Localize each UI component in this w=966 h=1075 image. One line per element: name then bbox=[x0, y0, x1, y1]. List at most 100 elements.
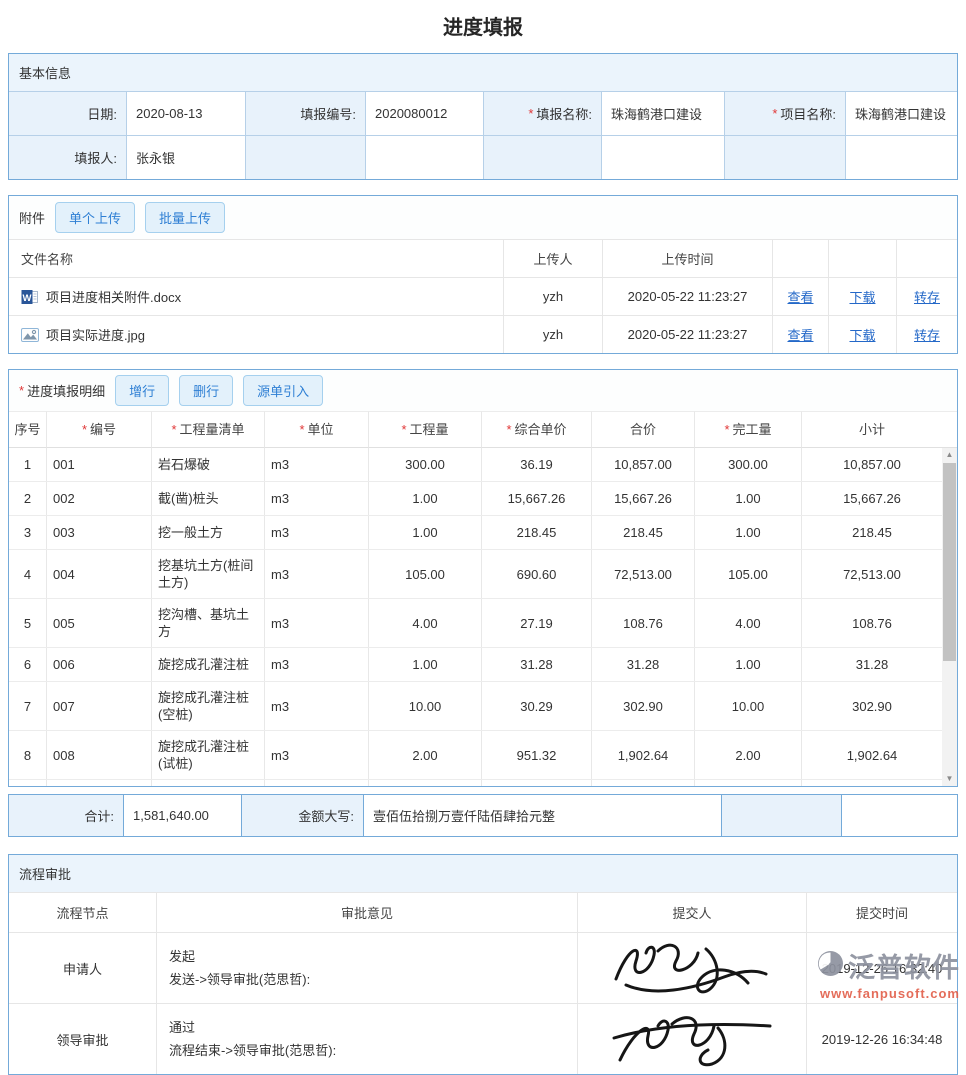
total-cell: 10,857.00 bbox=[591, 448, 694, 481]
qty-cell[interactable]: 2.00 bbox=[368, 731, 481, 779]
row-no: 2 bbox=[9, 482, 46, 515]
vertical-scrollbar[interactable]: ▲ ▼ bbox=[942, 448, 957, 786]
unit-cell[interactable]: m3 bbox=[264, 516, 368, 549]
code-cell[interactable]: 007 bbox=[46, 682, 151, 730]
subtotal-cell: 72,513.00 bbox=[801, 550, 942, 598]
empty-value-cell bbox=[841, 795, 957, 836]
col-header-total: 合价 bbox=[591, 411, 694, 448]
unit-cell[interactable]: m3 bbox=[264, 482, 368, 515]
done-cell[interactable]: 1.00 bbox=[694, 516, 801, 549]
report-name-field[interactable]: 珠海鹤港口建设 bbox=[601, 92, 724, 135]
code-cell[interactable]: 001 bbox=[46, 448, 151, 481]
attachment-row: W 项目进度相关附件.docx yzh 2020-05-22 11:23:27 … bbox=[9, 277, 957, 315]
qty-cell[interactable]: 105.00 bbox=[368, 550, 481, 598]
unit-cell[interactable]: m3 bbox=[264, 448, 368, 481]
detail-section: * 进度填报明细 增行 删行 源单引入 序号 *编号 *工程量清单 *单位 *工… bbox=[8, 369, 958, 787]
grand-total-value: 1,581,640.00 bbox=[123, 795, 241, 836]
qty-cell[interactable]: 1.00 bbox=[368, 516, 481, 549]
date-field[interactable]: 2020-08-13 bbox=[126, 92, 245, 135]
transfer-link[interactable]: 转存 bbox=[914, 287, 940, 306]
action-header bbox=[828, 239, 896, 277]
unit-cell[interactable]: m3 bbox=[264, 550, 368, 598]
item-cell[interactable]: 挖沟槽、基坑土方 bbox=[151, 599, 264, 647]
submit-time-header: 提交时间 bbox=[806, 893, 957, 932]
file-name[interactable]: 项目进度相关附件.docx bbox=[46, 287, 181, 306]
basic-info-section: 基本信息 日期: 2020-08-13 填报编号: 2020080012 *填报… bbox=[8, 53, 958, 180]
price-cell[interactable]: 27.19 bbox=[481, 599, 591, 647]
delete-row-button[interactable]: 删行 bbox=[179, 375, 233, 406]
price-cell[interactable]: 31.28 bbox=[481, 648, 591, 681]
unit-cell[interactable]: m3 bbox=[264, 599, 368, 647]
code-cell[interactable]: 004 bbox=[46, 550, 151, 598]
item-cell[interactable]: 旋挖成孔灌注桩(试桩) bbox=[151, 731, 264, 779]
table-row: 4 004 挖基坑土方(桩间土方) m3 105.00 690.60 72,51… bbox=[9, 549, 957, 598]
view-link[interactable]: 查看 bbox=[787, 287, 813, 306]
done-cell[interactable]: 4.00 bbox=[694, 599, 801, 647]
table-row: 2 002 截(凿)桩头 m3 1.00 15,667.26 15,667.26… bbox=[9, 481, 957, 515]
file-uploader: yzh bbox=[503, 277, 602, 315]
total-cell: 31.28 bbox=[591, 648, 694, 681]
qty-cell[interactable]: 1.00 bbox=[368, 648, 481, 681]
view-link[interactable]: 查看 bbox=[787, 325, 813, 344]
price-cell[interactable]: 36.19 bbox=[481, 448, 591, 481]
unit-cell[interactable]: m3 bbox=[264, 682, 368, 730]
done-cell[interactable]: 1.00 bbox=[694, 482, 801, 515]
item-cell[interactable]: 挖基坑土方(桩间土方) bbox=[151, 550, 264, 598]
price-cell[interactable]: 218.45 bbox=[481, 516, 591, 549]
detail-table-header: 序号 *编号 *工程量清单 *单位 *工程量 *综合单价 合价 *完工量 小计 bbox=[9, 411, 957, 448]
item-cell[interactable]: 旋挖成孔灌注桩 bbox=[151, 648, 264, 681]
approval-row: 领导审批 通过 流程结束->领导审批(范思哲): 2019-12-26 16:3… bbox=[9, 1003, 957, 1074]
subtotal-cell: 10,857.00 bbox=[801, 448, 942, 481]
code-cell[interactable]: 006 bbox=[46, 648, 151, 681]
download-link[interactable]: 下载 bbox=[849, 325, 875, 344]
price-cell[interactable]: 690.60 bbox=[481, 550, 591, 598]
item-cell[interactable]: 截(凿)桩头 bbox=[151, 482, 264, 515]
transfer-link[interactable]: 转存 bbox=[914, 325, 940, 344]
col-header-subtotal: 小计 bbox=[801, 411, 942, 448]
report-no-field[interactable]: 2020080012 bbox=[365, 92, 483, 135]
code-cell[interactable]: 005 bbox=[46, 599, 151, 647]
qty-cell[interactable]: 1.00 bbox=[368, 482, 481, 515]
node-header: 流程节点 bbox=[9, 893, 156, 932]
project-name-field[interactable]: 珠海鹤港口建设 bbox=[845, 92, 957, 135]
qty-cell[interactable]: 4.00 bbox=[368, 599, 481, 647]
uploader-header: 上传人 bbox=[503, 239, 602, 277]
item-cell[interactable]: 岩石爆破 bbox=[151, 448, 264, 481]
word-file-icon: W bbox=[21, 288, 39, 306]
single-upload-button[interactable]: 单个上传 bbox=[55, 202, 135, 233]
vendor-brand-text: 泛普软件 bbox=[848, 946, 960, 985]
code-cell[interactable]: 008 bbox=[46, 731, 151, 779]
done-cell[interactable]: 10.00 bbox=[694, 682, 801, 730]
download-link[interactable]: 下载 bbox=[849, 287, 875, 306]
done-cell[interactable]: 300.00 bbox=[694, 448, 801, 481]
code-cell[interactable]: 003 bbox=[46, 516, 151, 549]
table-row: 1 001 岩石爆破 m3 300.00 36.19 10,857.00 300… bbox=[9, 448, 957, 481]
reporter-label: 填报人: bbox=[9, 135, 126, 179]
price-cell[interactable]: 15,667.26 bbox=[481, 482, 591, 515]
source-import-button[interactable]: 源单引入 bbox=[243, 375, 323, 406]
reporter-field[interactable]: 张永银 bbox=[126, 135, 245, 179]
subtotal-cell: 302.90 bbox=[801, 682, 942, 730]
code-cell[interactable]: 002 bbox=[46, 482, 151, 515]
qty-cell[interactable]: 300.00 bbox=[368, 448, 481, 481]
scrollbar-thumb[interactable] bbox=[943, 463, 956, 661]
done-cell[interactable]: 1.00 bbox=[694, 648, 801, 681]
qty-cell[interactable]: 10.00 bbox=[368, 682, 481, 730]
price-cell[interactable]: 30.29 bbox=[481, 682, 591, 730]
done-cell[interactable]: 2.00 bbox=[694, 731, 801, 779]
item-cell[interactable]: 旋挖成孔灌注桩(空桩) bbox=[151, 682, 264, 730]
item-cell[interactable]: 挖一般土方 bbox=[151, 516, 264, 549]
price-cell[interactable]: 951.32 bbox=[481, 731, 591, 779]
scroll-up-icon[interactable]: ▲ bbox=[942, 448, 957, 462]
empty-value-cell bbox=[365, 135, 483, 179]
file-name[interactable]: 项目实际进度.jpg bbox=[46, 325, 145, 344]
unit-cell[interactable]: m3 bbox=[264, 648, 368, 681]
add-row-button[interactable]: 增行 bbox=[115, 375, 169, 406]
scroll-down-icon[interactable]: ▼ bbox=[942, 772, 957, 786]
subtotal-cell: 108.76 bbox=[801, 599, 942, 647]
batch-upload-button[interactable]: 批量上传 bbox=[145, 202, 225, 233]
detail-section-label: 进度填报明细 bbox=[27, 381, 105, 400]
action-header bbox=[772, 239, 828, 277]
done-cell[interactable]: 105.00 bbox=[694, 550, 801, 598]
unit-cell[interactable]: m3 bbox=[264, 731, 368, 779]
